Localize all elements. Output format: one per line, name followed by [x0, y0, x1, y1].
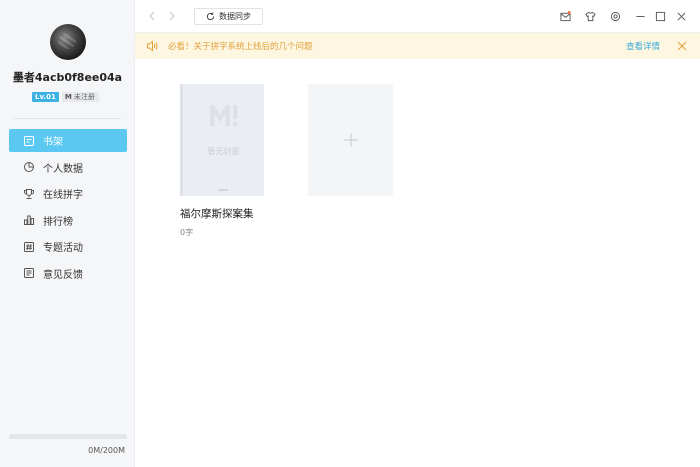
sidebar: 墨者4acb0f8ee04a Lv.01 M 未注册 书架 个人数据 在线拼字: [0, 0, 135, 467]
sidebar-item-online-typing[interactable]: 在线拼字: [9, 182, 127, 205]
settings-icon[interactable]: [610, 11, 621, 22]
sidebar-item-feedback[interactable]: 意见反馈: [9, 262, 127, 285]
refresh-icon: [206, 12, 215, 21]
sidebar-item-ranking[interactable]: 排行榜: [9, 209, 127, 232]
top-toolbar: 数据同步: [135, 0, 700, 33]
speaker-icon: [147, 40, 158, 52]
close-notice-icon[interactable]: [677, 41, 687, 51]
notice-banner: 必看！关于拼字系统上线后的几个问题 查看详情: [135, 33, 700, 59]
hashtag-icon: [24, 241, 34, 252]
book-word-count: 0字: [180, 228, 194, 237]
chart-icon: [24, 162, 34, 172]
sidebar-item-label: 意见反馈: [43, 269, 83, 281]
sidebar-item-personal-data[interactable]: 个人数据: [9, 156, 127, 179]
sidebar-item-label: 专题活动: [43, 243, 83, 254]
close-icon[interactable]: [676, 11, 687, 22]
cover-divider: [218, 189, 228, 191]
cover-placeholder-text: 暂无封面: [207, 147, 240, 156]
username: 墨者4acb0f8ee04a: [12, 71, 123, 84]
trophy-icon: [24, 188, 34, 199]
storage-usage: 0M/200M: [88, 446, 125, 455]
forward-arrow-icon[interactable]: [166, 10, 178, 22]
skin-icon[interactable]: [585, 11, 596, 22]
sidebar-item-label: 书架: [43, 137, 63, 148]
user-badges: Lv.01 M 未注册: [32, 92, 99, 102]
status-mark-icon: M: [64, 93, 72, 101]
add-book-button[interactable]: [308, 84, 393, 196]
sync-button[interactable]: 数据同步: [194, 8, 263, 25]
back-arrow-icon[interactable]: [146, 10, 158, 22]
status-label: 未注册: [73, 93, 95, 101]
sync-button-label: 数据同步: [219, 12, 251, 21]
sidebar-item-label: 在线拼字: [43, 190, 83, 201]
sidebar-nav: 书架 个人数据 在线拼字 排行榜 专题活动 意见反馈: [9, 129, 127, 288]
sidebar-item-label: 排行榜: [43, 216, 73, 228]
book-cover[interactable]: 暂无封面: [180, 84, 264, 196]
book-icon: [24, 135, 34, 146]
notice-details-link[interactable]: 查看详情: [626, 40, 660, 52]
notice-text[interactable]: 必看！关于拼字系统上线后的几个问题: [168, 40, 313, 52]
maximize-icon[interactable]: [655, 11, 666, 22]
book-title[interactable]: 福尔摩斯探案集: [180, 206, 254, 221]
cover-logo-icon: [210, 105, 238, 126]
mail-icon[interactable]: [560, 11, 571, 22]
sidebar-item-bookshelf[interactable]: 书架: [9, 129, 127, 152]
ranking-icon: [24, 215, 34, 225]
minimize-icon[interactable]: [635, 11, 646, 22]
feedback-icon: [24, 268, 34, 278]
plus-icon: [343, 133, 358, 147]
sidebar-divider: [14, 118, 121, 119]
sidebar-item-events[interactable]: 专题活动: [9, 235, 127, 258]
avatar[interactable]: [50, 24, 86, 60]
sidebar-item-label: 个人数据: [43, 163, 83, 175]
storage-progress-bar: [9, 434, 127, 439]
level-badge: Lv.01: [32, 92, 59, 102]
status-badge[interactable]: M 未注册: [61, 92, 99, 102]
